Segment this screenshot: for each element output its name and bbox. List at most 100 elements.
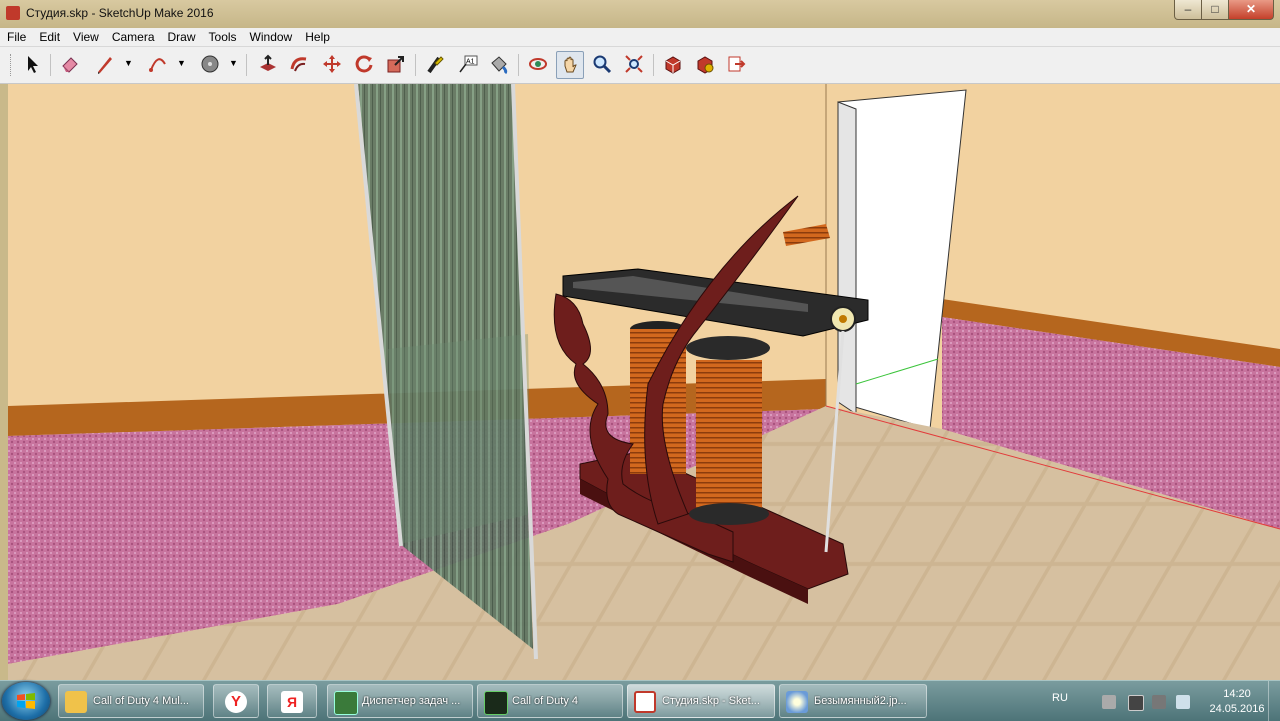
taskbar-cod4[interactable]: Call of Duty 4 — [477, 684, 623, 718]
language-indicator[interactable]: RU — [1052, 692, 1068, 704]
start-button[interactable] — [2, 682, 50, 720]
toolbar: ▼ ▼ ▼ A1 — [0, 47, 1280, 84]
taskbar-sketchup[interactable]: Студия.skp - Sket... — [627, 684, 775, 718]
menu-tools[interactable]: Tools — [202, 28, 243, 45]
clock-date[interactable]: 24.05.2016 — [1202, 703, 1272, 715]
show-desktop-button[interactable] — [1268, 681, 1280, 721]
eraser-tool-button[interactable] — [57, 51, 83, 77]
move-tool-button[interactable] — [319, 51, 345, 77]
orbit-tool-button[interactable] — [525, 51, 551, 77]
arc-tool-icon — [149, 58, 166, 72]
rotate-tool-button[interactable] — [351, 51, 377, 77]
tape-measure-tool-button[interactable] — [422, 51, 448, 77]
arc-tool-dropdown[interactable]: ▼ — [177, 58, 187, 70]
sketchup-icon — [634, 691, 656, 713]
title-bar: Студия.skp - SketchUp Make 2016 – □ ✕ — [0, 0, 1280, 28]
paint-icon — [786, 691, 808, 713]
menu-draw[interactable]: Draw — [161, 28, 202, 45]
pulley-hub — [839, 315, 847, 323]
arc-tool-button[interactable] — [145, 51, 171, 77]
menu-view[interactable]: View — [66, 28, 105, 45]
maximize-button[interactable]: □ — [1201, 0, 1229, 20]
extension-warehouse-button[interactable] — [692, 51, 718, 77]
clock-time[interactable]: 14:20 — [1213, 688, 1261, 700]
toolbar-separator — [415, 54, 416, 76]
menu-window[interactable]: Window — [243, 28, 299, 45]
menu-camera[interactable]: Camera — [105, 28, 161, 45]
task-manager-icon — [334, 691, 358, 715]
follow-me-tool-button[interactable] — [286, 51, 312, 77]
taskbar: Call of Duty 4 Mul... Y Я Диспетчер зада… — [0, 680, 1280, 721]
paint-bucket-tool-button[interactable] — [486, 51, 512, 77]
text-tool-button[interactable]: A1 — [455, 51, 481, 77]
menu-help[interactable]: Help — [298, 28, 336, 45]
zoom-extents-tool-button[interactable] — [621, 51, 647, 77]
taskbar-yandex[interactable]: Я — [267, 684, 317, 718]
folder-icon — [65, 691, 87, 713]
device-icon[interactable] — [1128, 695, 1144, 711]
taskbar-cod4-label: Call of Duty 4 — [512, 695, 579, 707]
taskbar-paint[interactable]: Безымянный2.jp... — [779, 684, 927, 718]
yandex-icon: Я — [281, 691, 303, 713]
taskbar-explorer[interactable]: Call of Duty 4 Mul... — [58, 684, 204, 718]
pan-tool-button[interactable] — [556, 51, 584, 79]
taskbar-explorer-label: Call of Duty 4 Mul... — [93, 695, 189, 707]
orbit-tool-icon — [529, 58, 547, 70]
shape-tool-dropdown[interactable]: ▼ — [229, 58, 239, 70]
taskbar-paint-label: Безымянный2.jp... — [814, 695, 907, 707]
front-coil-cap-top — [686, 336, 770, 360]
window-title: Студия.skp - SketchUp Make 2016 — [26, 6, 214, 20]
tape-measure-tool-icon — [427, 56, 444, 74]
3d-warehouse-icon — [665, 56, 681, 74]
text-tool-glyph: A1 — [466, 59, 475, 66]
volume-icon[interactable] — [1176, 695, 1190, 709]
pan-tool-icon — [564, 56, 577, 73]
curtain-reflection — [388, 334, 531, 544]
send-to-layout-button[interactable] — [724, 51, 750, 77]
push-pull-tool-button[interactable] — [255, 51, 281, 77]
select-tool-button[interactable] — [19, 51, 45, 77]
extension-warehouse-icon — [697, 56, 714, 74]
shape-tool-button[interactable] — [197, 51, 223, 77]
network-icon[interactable] — [1102, 695, 1116, 709]
taskbar-task-manager[interactable]: Диспетчер задач ... — [327, 684, 473, 718]
toolbar-separator — [246, 54, 247, 76]
move-tool-icon — [323, 55, 341, 73]
line-tool-dropdown[interactable]: ▼ — [124, 58, 134, 70]
rotate-tool-icon — [355, 55, 373, 73]
text-tool-icon: A1 — [459, 55, 478, 73]
toolbar-separator — [50, 54, 51, 76]
close-button[interactable]: ✕ — [1228, 0, 1274, 20]
flag-icon[interactable] — [1152, 695, 1166, 709]
minimize-button[interactable]: – — [1174, 0, 1202, 20]
taskbar-sketchup-label: Студия.skp - Sket... — [662, 695, 760, 707]
system-tray: RU 14:20 24.05.2016 — [1040, 681, 1280, 721]
scale-tool-button[interactable] — [383, 51, 409, 77]
taskbar-yandex-browser[interactable]: Y — [213, 684, 259, 718]
sketchup-app-icon — [6, 6, 20, 20]
line-tool-button[interactable] — [92, 51, 118, 77]
zoom-tool-icon — [593, 55, 612, 74]
front-coil-cap-bottom — [689, 503, 769, 525]
follow-me-tool-icon — [290, 57, 307, 72]
3d-warehouse-button[interactable] — [660, 51, 686, 77]
zoom-extents-tool-icon — [625, 55, 643, 73]
line-tool-icon — [98, 57, 112, 74]
toolbar-separator — [518, 54, 519, 76]
model-viewport[interactable] — [8, 84, 1280, 680]
toolbar-grip[interactable] — [10, 54, 14, 76]
paint-bucket-tool-icon — [491, 56, 508, 74]
toolbar-separator — [653, 54, 654, 76]
push-pull-tool-icon — [260, 54, 276, 71]
scale-tool-icon — [387, 56, 404, 73]
send-to-layout-icon — [728, 56, 746, 72]
cod4-icon — [484, 691, 508, 715]
windows-logo-icon — [17, 693, 35, 709]
yandex-browser-icon: Y — [225, 691, 247, 713]
menu-edit[interactable]: Edit — [32, 28, 66, 45]
taskbar-task-manager-label: Диспетчер задач ... — [362, 695, 461, 707]
menu-file[interactable]: File — [0, 28, 32, 45]
front-coil — [696, 360, 762, 510]
shape-tool-icon — [201, 55, 219, 73]
zoom-tool-button[interactable] — [589, 51, 615, 77]
